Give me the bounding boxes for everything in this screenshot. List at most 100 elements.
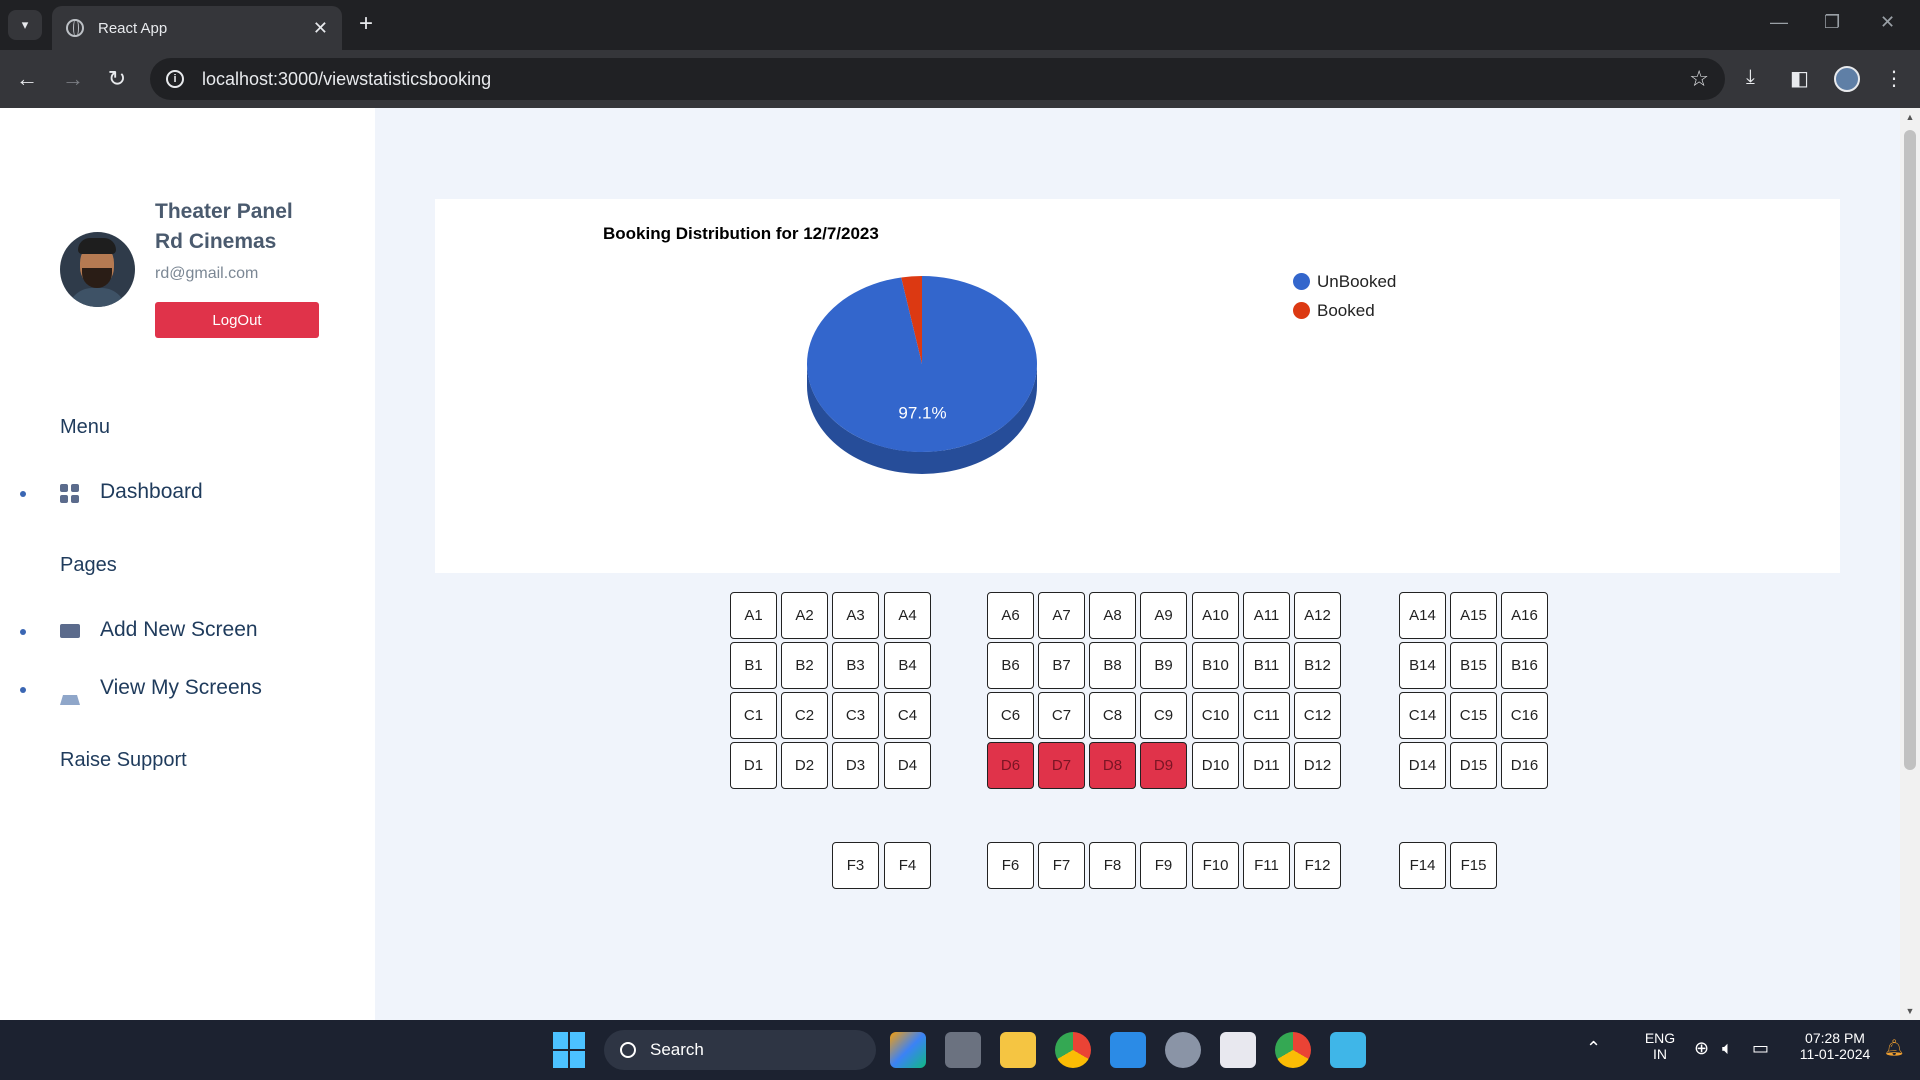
language-indicator[interactable]: ENG IN [1640, 1030, 1680, 1062]
minimize-icon[interactable]: — [1770, 12, 1788, 33]
snipping-tool-icon[interactable] [1220, 1032, 1256, 1068]
seat-a9[interactable]: A9 [1140, 592, 1187, 639]
tab-search-chevron-icon[interactable]: ▾ [8, 10, 42, 40]
forward-icon[interactable]: → [60, 66, 86, 92]
nav-item-add-new-screen[interactable]: Add New Screen [0, 616, 375, 646]
seat-a14[interactable]: A14 [1399, 592, 1446, 639]
seat-f4[interactable]: F4 [884, 842, 931, 889]
seat-a4[interactable]: A4 [884, 592, 931, 639]
vscode-icon[interactable] [1110, 1032, 1146, 1068]
seat-d2[interactable]: D2 [781, 742, 828, 789]
clock[interactable]: 07:28 PM 11-01-2024 [1790, 1030, 1880, 1062]
file-explorer-icon[interactable] [1000, 1032, 1036, 1068]
show-hidden-icons-chevron-icon[interactable]: ⌃ [1586, 1038, 1601, 1059]
seat-b3[interactable]: B3 [832, 642, 879, 689]
seat-d12[interactable]: D12 [1294, 742, 1341, 789]
seat-c11[interactable]: C11 [1243, 692, 1290, 739]
seat-f12[interactable]: F12 [1294, 842, 1341, 889]
seat-b6[interactable]: B6 [987, 642, 1034, 689]
seat-f10[interactable]: F10 [1192, 842, 1239, 889]
seat-c1[interactable]: C1 [730, 692, 777, 739]
seat-d11[interactable]: D11 [1243, 742, 1290, 789]
battery-icon[interactable]: ▭ [1752, 1038, 1769, 1059]
seat-f7[interactable]: F7 [1038, 842, 1085, 889]
close-window-icon[interactable]: ✕ [1880, 12, 1895, 33]
seat-c9[interactable]: C9 [1140, 692, 1187, 739]
seat-b14[interactable]: B14 [1399, 642, 1446, 689]
notification-bell-icon[interactable]: 🔔︎ [1884, 1038, 1904, 1058]
back-icon[interactable]: ← [14, 66, 40, 92]
seat-a15[interactable]: A15 [1450, 592, 1497, 639]
seat-c8[interactable]: C8 [1089, 692, 1136, 739]
seat-d16[interactable]: D16 [1501, 742, 1548, 789]
bookmark-star-icon[interactable]: ☆ [1689, 66, 1709, 92]
seat-a11[interactable]: A11 [1243, 592, 1290, 639]
seat-c15[interactable]: C15 [1450, 692, 1497, 739]
notepad-icon[interactable] [1330, 1032, 1366, 1068]
seat-c2[interactable]: C2 [781, 692, 828, 739]
nav-item-dashboard[interactable]: Dashboard [0, 478, 375, 508]
chrome-profile-icon[interactable] [1275, 1032, 1311, 1068]
restore-icon[interactable]: ❐ [1824, 12, 1840, 33]
reload-icon[interactable]: ↻ [104, 66, 130, 92]
seat-b12[interactable]: B12 [1294, 642, 1341, 689]
seat-b11[interactable]: B11 [1243, 642, 1290, 689]
seat-c3[interactable]: C3 [832, 692, 879, 739]
seat-b2[interactable]: B2 [781, 642, 828, 689]
new-tab-icon[interactable]: + [352, 10, 380, 38]
seat-b1[interactable]: B1 [730, 642, 777, 689]
seat-a2[interactable]: A2 [781, 592, 828, 639]
menu-dots-icon[interactable]: ⋮ [1884, 66, 1904, 91]
legend-entry-unbooked[interactable]: UnBooked [1293, 267, 1396, 296]
close-tab-icon[interactable]: ✕ [313, 18, 328, 39]
windows-start-icon[interactable] [553, 1032, 585, 1068]
seat-b16[interactable]: B16 [1501, 642, 1548, 689]
seat-d6[interactable]: D6 [987, 742, 1034, 789]
side-panel-icon[interactable]: ◧ [1790, 66, 1809, 91]
seat-c16[interactable]: C16 [1501, 692, 1548, 739]
seat-a7[interactable]: A7 [1038, 592, 1085, 639]
seat-d14[interactable]: D14 [1399, 742, 1446, 789]
seat-c7[interactable]: C7 [1038, 692, 1085, 739]
seat-d1[interactable]: D1 [730, 742, 777, 789]
taskbar-search[interactable]: Search [604, 1030, 876, 1070]
seat-f8[interactable]: F8 [1089, 842, 1136, 889]
seat-b9[interactable]: B9 [1140, 642, 1187, 689]
seat-d15[interactable]: D15 [1450, 742, 1497, 789]
chrome-icon[interactable] [1055, 1032, 1091, 1068]
scroll-down-icon[interactable]: ▼ [1900, 1006, 1920, 1016]
seat-c10[interactable]: C10 [1192, 692, 1239, 739]
copilot-icon[interactable] [890, 1032, 926, 1068]
seat-b10[interactable]: B10 [1192, 642, 1239, 689]
address-bar[interactable]: i localhost:3000/viewstatisticsbooking ☆ [150, 58, 1725, 100]
seat-c12[interactable]: C12 [1294, 692, 1341, 739]
seat-a6[interactable]: A6 [987, 592, 1034, 639]
nav-item-view-my-screens[interactable]: View My Screens [0, 674, 375, 705]
seat-f11[interactable]: F11 [1243, 842, 1290, 889]
seat-b4[interactable]: B4 [884, 642, 931, 689]
scroll-up-icon[interactable]: ▲ [1900, 112, 1920, 122]
seat-f6[interactable]: F6 [987, 842, 1034, 889]
browser-tab[interactable]: React App ✕ [52, 6, 342, 50]
seat-d10[interactable]: D10 [1192, 742, 1239, 789]
seat-f15[interactable]: F15 [1450, 842, 1497, 889]
raise-support-link[interactable]: Raise Support [60, 749, 187, 772]
scroll-thumb[interactable] [1904, 130, 1916, 770]
seat-a3[interactable]: A3 [832, 592, 879, 639]
task-view-icon[interactable] [945, 1032, 981, 1068]
seat-a10[interactable]: A10 [1192, 592, 1239, 639]
site-info-icon[interactable]: i [166, 70, 184, 88]
settings-icon[interactable] [1165, 1032, 1201, 1068]
seat-c6[interactable]: C6 [987, 692, 1034, 739]
seat-a12[interactable]: A12 [1294, 592, 1341, 639]
seat-c14[interactable]: C14 [1399, 692, 1446, 739]
seat-d3[interactable]: D3 [832, 742, 879, 789]
seat-d8[interactable]: D8 [1089, 742, 1136, 789]
seat-a8[interactable]: A8 [1089, 592, 1136, 639]
page-scrollbar[interactable]: ▲ ▼ [1900, 108, 1920, 1020]
seat-c4[interactable]: C4 [884, 692, 931, 739]
seat-b15[interactable]: B15 [1450, 642, 1497, 689]
seat-d7[interactable]: D7 [1038, 742, 1085, 789]
pie-slice-unbooked[interactable] [807, 276, 1037, 452]
logout-button[interactable]: LogOut [155, 302, 319, 338]
